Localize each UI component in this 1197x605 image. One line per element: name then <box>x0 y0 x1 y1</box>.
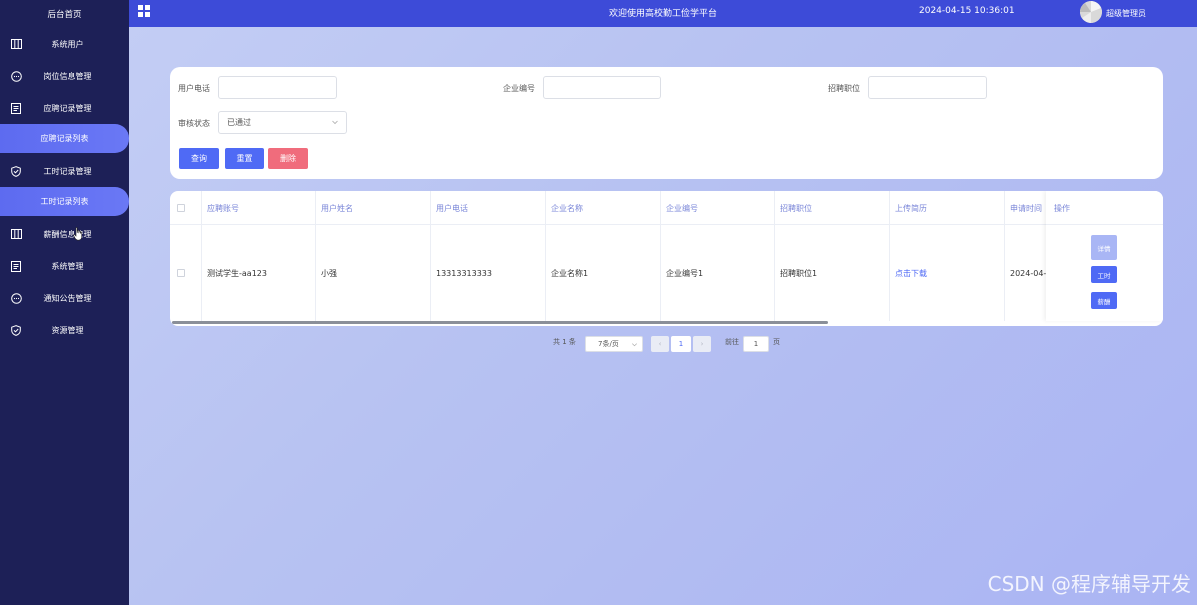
user-name[interactable]: 超级管理员 <box>1106 8 1146 19</box>
position-input[interactable] <box>868 76 987 99</box>
sidebar-item-position-info[interactable]: 岗位信息管理 <box>0 60 129 92</box>
column-header-name[interactable]: 用户姓名 <box>315 191 353 225</box>
status-select[interactable]: 已通过 <box>218 111 347 134</box>
chevron-right-icon: › <box>700 340 704 348</box>
company-no-input[interactable] <box>543 76 661 99</box>
status-select-value: 已通过 <box>227 118 251 127</box>
current-datetime: 2024-04-15 10:36:01 <box>919 6 1015 16</box>
shield-check-icon <box>10 324 22 336</box>
horizontal-scrollbar[interactable] <box>172 321 828 324</box>
next-page-button[interactable]: › <box>693 336 711 352</box>
resume-download-link[interactable]: 点击下载 <box>889 225 927 321</box>
column-header-company[interactable]: 企业名称 <box>545 191 583 225</box>
sidebar-item-work-hours[interactable]: 工时记录管理 <box>0 155 129 187</box>
cell-account: 测试学生-aa123 <box>207 268 267 278</box>
prev-page-button[interactable]: ‹ <box>651 336 669 352</box>
sidebar-item-system-management[interactable]: 系统管理 <box>0 250 129 282</box>
chat-bubble-icon <box>10 292 22 304</box>
query-button[interactable]: 查询 <box>179 148 219 169</box>
sidebar-item-application-records[interactable]: 应聘记录管理 <box>0 92 129 124</box>
page-unit-label: 页 <box>773 338 780 346</box>
column-header-apply-time[interactable]: 申请时间 <box>1004 191 1042 225</box>
data-table: 应聘账号 用户姓名 用户电话 企业名称 企业编号 招聘职位 上传简历 申请时间 … <box>170 191 1163 326</box>
document-icon <box>10 260 22 272</box>
sidebar-home-label: 后台首页 <box>47 10 82 20</box>
goto-page-input[interactable] <box>743 336 769 352</box>
row-checkbox[interactable] <box>177 269 185 277</box>
cell-position: 招聘职位1 <box>780 268 818 278</box>
detail-button[interactable]: 详情 <box>1091 235 1117 260</box>
cell-phone: 13313313333 <box>436 268 492 278</box>
pagination-total: 共 1 条 <box>553 338 576 346</box>
sidebar-item-notices[interactable]: 通知公告管理 <box>0 282 129 314</box>
sidebar-subitem-label: 工时记录列表 <box>40 197 89 206</box>
sidebar-item-home[interactable]: 后台首页 <box>0 0 129 28</box>
sidebar-item-salary-info[interactable]: 薪酬信息管理 <box>0 218 129 250</box>
hand-cursor-icon <box>73 227 82 241</box>
cell-apply-time: 2024-04-1 <box>1010 268 1052 278</box>
goto-label: 前往 <box>725 338 739 346</box>
main-content: 用户电话 企业编号 招聘职位 审核状态 已通过 查询 重置 删除 应聘账号 用户… <box>129 27 1197 605</box>
search-panel: 用户电话 企业编号 招聘职位 审核状态 已通过 查询 重置 删除 <box>170 67 1163 179</box>
chevron-down-icon <box>632 343 637 347</box>
chevron-left-icon: ‹ <box>658 340 662 348</box>
chat-bubble-icon <box>10 70 22 82</box>
salary-button[interactable]: 薪酬 <box>1091 292 1117 309</box>
cell-name: 小强 <box>321 268 337 278</box>
columns-icon <box>10 38 22 50</box>
top-bar: 欢迎使用高校勤工俭学平台 2024-04-15 10:36:01 超级管理员 <box>129 0 1197 27</box>
cell-company-no: 企业编号1 <box>666 268 704 278</box>
company-no-label: 企业编号 <box>503 84 535 93</box>
page-number-current[interactable]: 1 <box>671 336 691 352</box>
column-header-phone[interactable]: 用户电话 <box>430 191 468 225</box>
status-label: 审核状态 <box>178 119 210 128</box>
page-title: 欢迎使用高校勤工俭学平台 <box>608 9 717 19</box>
document-icon <box>10 102 22 114</box>
column-header-actions: 操作 <box>1054 203 1070 213</box>
position-label: 招聘职位 <box>828 84 860 93</box>
select-all-checkbox[interactable] <box>177 204 185 212</box>
cell-company: 企业名称1 <box>551 268 589 278</box>
sidebar-item-system-users[interactable]: 系统用户 <box>0 28 129 60</box>
sidebar-subitem-work-hours-list[interactable]: 工时记录列表 <box>0 187 129 216</box>
delete-button[interactable]: 删除 <box>268 148 308 169</box>
column-header-resume[interactable]: 上传简历 <box>889 191 927 225</box>
shield-check-icon <box>10 165 22 177</box>
column-header-position[interactable]: 招聘职位 <box>774 191 812 225</box>
chevron-down-icon <box>332 120 338 125</box>
actions-column: 操作 详情 工时 薪酬 <box>1046 191 1163 321</box>
column-header-account[interactable]: 应聘账号 <box>201 191 239 225</box>
sidebar-subitem-application-list[interactable]: 应聘记录列表 <box>0 124 129 153</box>
page-size-select[interactable]: 7条/页 <box>585 336 643 352</box>
phone-label: 用户电话 <box>178 84 210 93</box>
reset-button[interactable]: 重置 <box>225 148 264 169</box>
phone-input[interactable] <box>218 76 337 99</box>
work-hours-button[interactable]: 工时 <box>1091 266 1117 283</box>
sidebar: 后台首页 系统用户 岗位信息管理 应聘记录管理 应聘记录列表 工时记录管理 工时… <box>0 0 129 605</box>
watermark: CSDN @程序辅导开发 <box>987 572 1191 596</box>
column-header-company-no[interactable]: 企业编号 <box>660 191 698 225</box>
columns-icon <box>10 228 22 240</box>
page-size-value: 7条/页 <box>598 340 619 348</box>
sidebar-item-resources[interactable]: 资源管理 <box>0 314 129 346</box>
sidebar-subitem-label: 应聘记录列表 <box>40 134 89 143</box>
avatar[interactable] <box>1080 1 1102 23</box>
